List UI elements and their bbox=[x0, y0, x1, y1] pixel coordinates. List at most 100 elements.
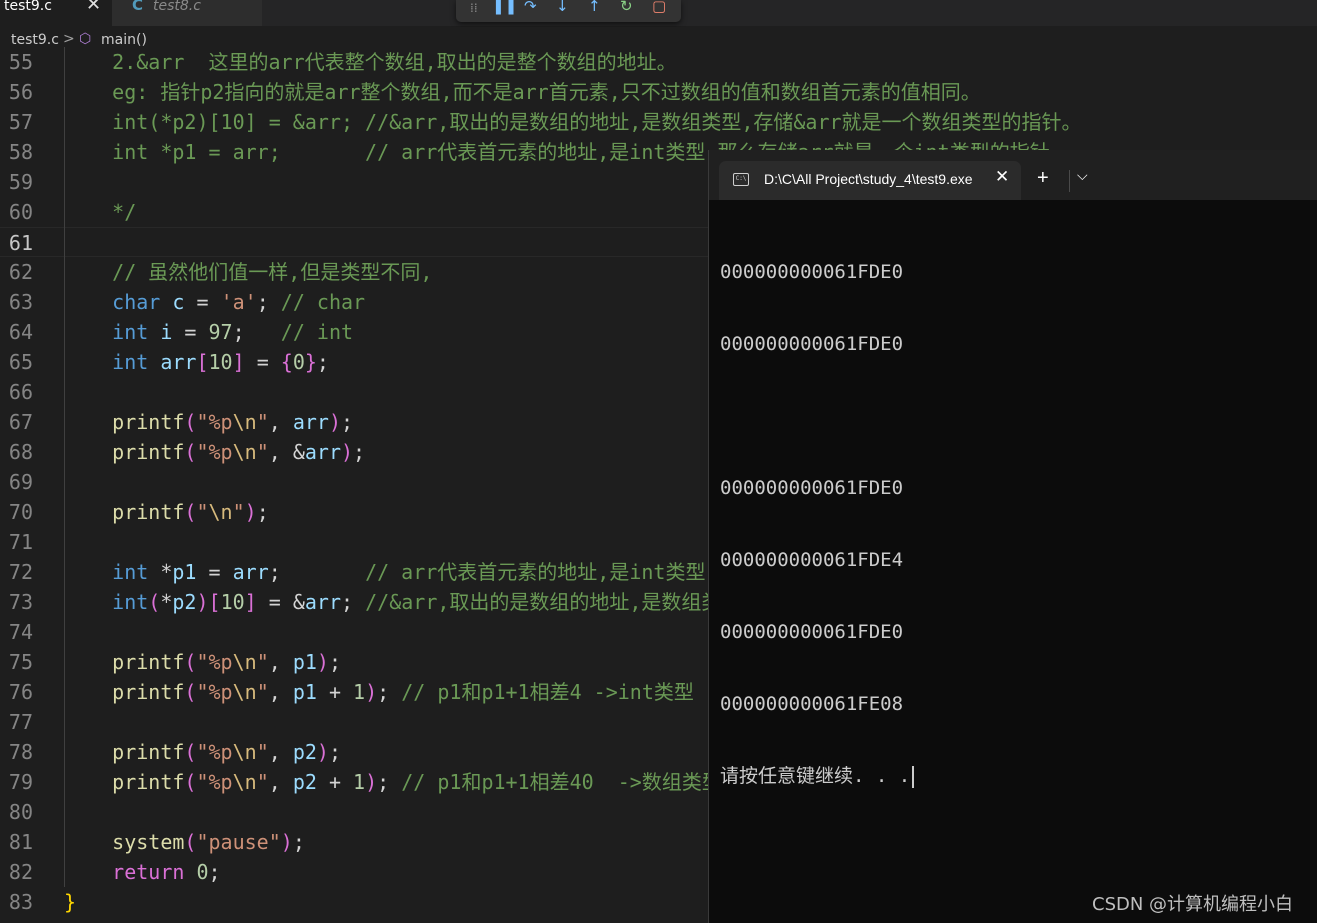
line-number: 83 bbox=[8, 890, 33, 914]
code-token: printf bbox=[112, 500, 185, 524]
terminal-output[interactable]: 000000000061FDE0 000000000061FDE0 000000… bbox=[720, 212, 915, 836]
code-token: p1 bbox=[292, 650, 317, 674]
tab-label: test8.c bbox=[153, 0, 201, 14]
code-text: char c = 'a'; // char bbox=[64, 291, 365, 313]
code-token: " bbox=[196, 500, 209, 524]
code-token: ( bbox=[184, 830, 197, 854]
code-token: , bbox=[268, 770, 293, 794]
code-token: 97 bbox=[208, 320, 233, 344]
code-token: printf bbox=[112, 650, 185, 674]
code-token: " bbox=[256, 650, 269, 674]
terminal-window[interactable]: C:\ D:\C\All Project\study_4\test9.exe ✕… bbox=[708, 150, 1317, 923]
close-icon[interactable]: ✕ bbox=[86, 0, 101, 14]
code-token: \n bbox=[232, 680, 257, 704]
code-token: "%p bbox=[196, 410, 233, 434]
code-text: int i = 97; // int bbox=[64, 321, 353, 343]
breadcrumb-function[interactable]: main() bbox=[101, 32, 147, 48]
code-text: // 虽然他们值一样,但是类型不同, bbox=[64, 261, 432, 283]
code-line[interactable]: 57 int(*p2)[10] = &arr; //&arr,取出的是数组的地址… bbox=[0, 107, 1317, 137]
code-token: p1 bbox=[292, 680, 317, 704]
code-token: " bbox=[256, 770, 269, 794]
code-token: ] bbox=[232, 350, 245, 374]
code-token: ) bbox=[365, 770, 378, 794]
code-token: \n bbox=[232, 740, 257, 764]
code-token: ; bbox=[292, 830, 305, 854]
line-number: 55 bbox=[8, 50, 33, 74]
code-token: "%p bbox=[196, 440, 233, 464]
code-token: ; bbox=[208, 860, 221, 884]
code-token: 2.&arr 这里的arr代表整个数组,取出的是整个数组的地址。 bbox=[64, 50, 677, 74]
terminal-tab[interactable]: C:\ D:\C\All Project\study_4\test9.exe ✕ bbox=[719, 161, 1021, 200]
code-token: } bbox=[64, 890, 77, 914]
code-token: arr bbox=[304, 440, 341, 464]
line-number: 73 bbox=[8, 590, 33, 614]
close-icon[interactable]: ✕ bbox=[995, 167, 1009, 187]
code-token: 1 bbox=[353, 770, 366, 794]
line-number: 65 bbox=[8, 350, 33, 374]
breadcrumb-file[interactable]: test9.c bbox=[11, 32, 59, 48]
code-token: "pause" bbox=[196, 830, 281, 854]
code-token: // arr代表首元素的地址,是int类型 bbox=[365, 560, 706, 584]
code-text: printf("%p\n", p1); bbox=[64, 651, 341, 673]
code-token: arr bbox=[304, 590, 342, 614]
restart-icon[interactable]: ↻ bbox=[620, 0, 633, 15]
step-over-icon[interactable]: ↷ bbox=[524, 0, 537, 15]
code-token: 10 bbox=[208, 350, 233, 374]
code-token: ( bbox=[184, 440, 197, 464]
code-token: p1 bbox=[172, 560, 197, 584]
step-out-icon[interactable]: ↑ bbox=[588, 0, 601, 15]
tab-test9-c[interactable]: test9.c ✕ bbox=[0, 0, 112, 26]
step-into-icon[interactable]: ↓ bbox=[556, 0, 569, 15]
tab-test8-c[interactable]: C test8.c bbox=[112, 0, 262, 26]
code-token: + bbox=[316, 770, 354, 794]
chevron-down-icon[interactable]: ⌵ bbox=[1077, 168, 1088, 184]
code-token: ; bbox=[256, 500, 269, 524]
line-number: 81 bbox=[8, 830, 33, 854]
code-line[interactable]: 56 eg: 指针p2指向的就是arr整个数组,而不是arr首元素,只不过数组的… bbox=[0, 77, 1317, 107]
pause-icon[interactable]: ❚❚ bbox=[492, 0, 517, 15]
line-number: 77 bbox=[8, 710, 33, 734]
code-token: \n bbox=[232, 410, 257, 434]
line-number: 75 bbox=[8, 650, 33, 674]
code-token: 1 bbox=[353, 680, 366, 704]
code-token: arr bbox=[232, 560, 269, 584]
code-token: */ bbox=[64, 200, 137, 224]
code-token: ; bbox=[377, 770, 402, 794]
code-token: arr bbox=[292, 410, 329, 434]
code-token: arr bbox=[160, 350, 197, 374]
code-text: } bbox=[64, 891, 76, 913]
drag-handle-icon[interactable]: ⁞⁞ bbox=[470, 0, 478, 17]
terminal-line: 000000000061FDE0 bbox=[720, 261, 904, 283]
code-token: printf bbox=[112, 440, 185, 464]
code-token: // int bbox=[280, 320, 354, 344]
pause-prompt: 请按任意键继续. . . bbox=[720, 765, 911, 787]
code-line[interactable]: 55 2.&arr 这里的arr代表整个数组,取出的是整个数组的地址。 bbox=[0, 47, 1317, 77]
code-token: ) bbox=[365, 680, 378, 704]
code-token: " bbox=[256, 740, 269, 764]
code-token: ] bbox=[244, 590, 257, 614]
editor-tab-bar: test9.c ✕ C test8.c ⁞⁞ ❚❚ ↷ ↓ ↑ ↻ ▢ bbox=[0, 0, 1317, 26]
terminal-line: 000000000061FDE0 bbox=[720, 333, 904, 355]
code-token: "%p bbox=[196, 680, 233, 704]
code-token: ( bbox=[184, 500, 197, 524]
code-token: ; bbox=[328, 650, 342, 674]
code-token: } bbox=[304, 350, 317, 374]
code-token: ; bbox=[341, 590, 366, 614]
code-token: 10 bbox=[220, 590, 245, 614]
code-text: int arr[10] = {0}; bbox=[64, 351, 329, 373]
code-token: ( bbox=[148, 590, 161, 614]
new-tab-icon[interactable]: + bbox=[1037, 167, 1049, 190]
code-token: "%p bbox=[196, 650, 233, 674]
code-token: eg: 指针p2指向的就是arr整个数组,而不是arr首元素,只不过数组的值和数… bbox=[64, 80, 981, 104]
terminal-line: 000000000061FE08 bbox=[720, 693, 904, 715]
stop-icon[interactable]: ▢ bbox=[652, 0, 666, 15]
code-token: " bbox=[256, 410, 269, 434]
code-text: printf("%p\n", p1 + 1); // p1和p1+1相差4 ->… bbox=[64, 681, 694, 703]
line-number: 62 bbox=[8, 260, 33, 284]
tab-label: test9.c bbox=[4, 0, 52, 14]
code-token: i bbox=[160, 320, 173, 344]
code-text: printf("%p\n", arr); bbox=[64, 411, 353, 433]
